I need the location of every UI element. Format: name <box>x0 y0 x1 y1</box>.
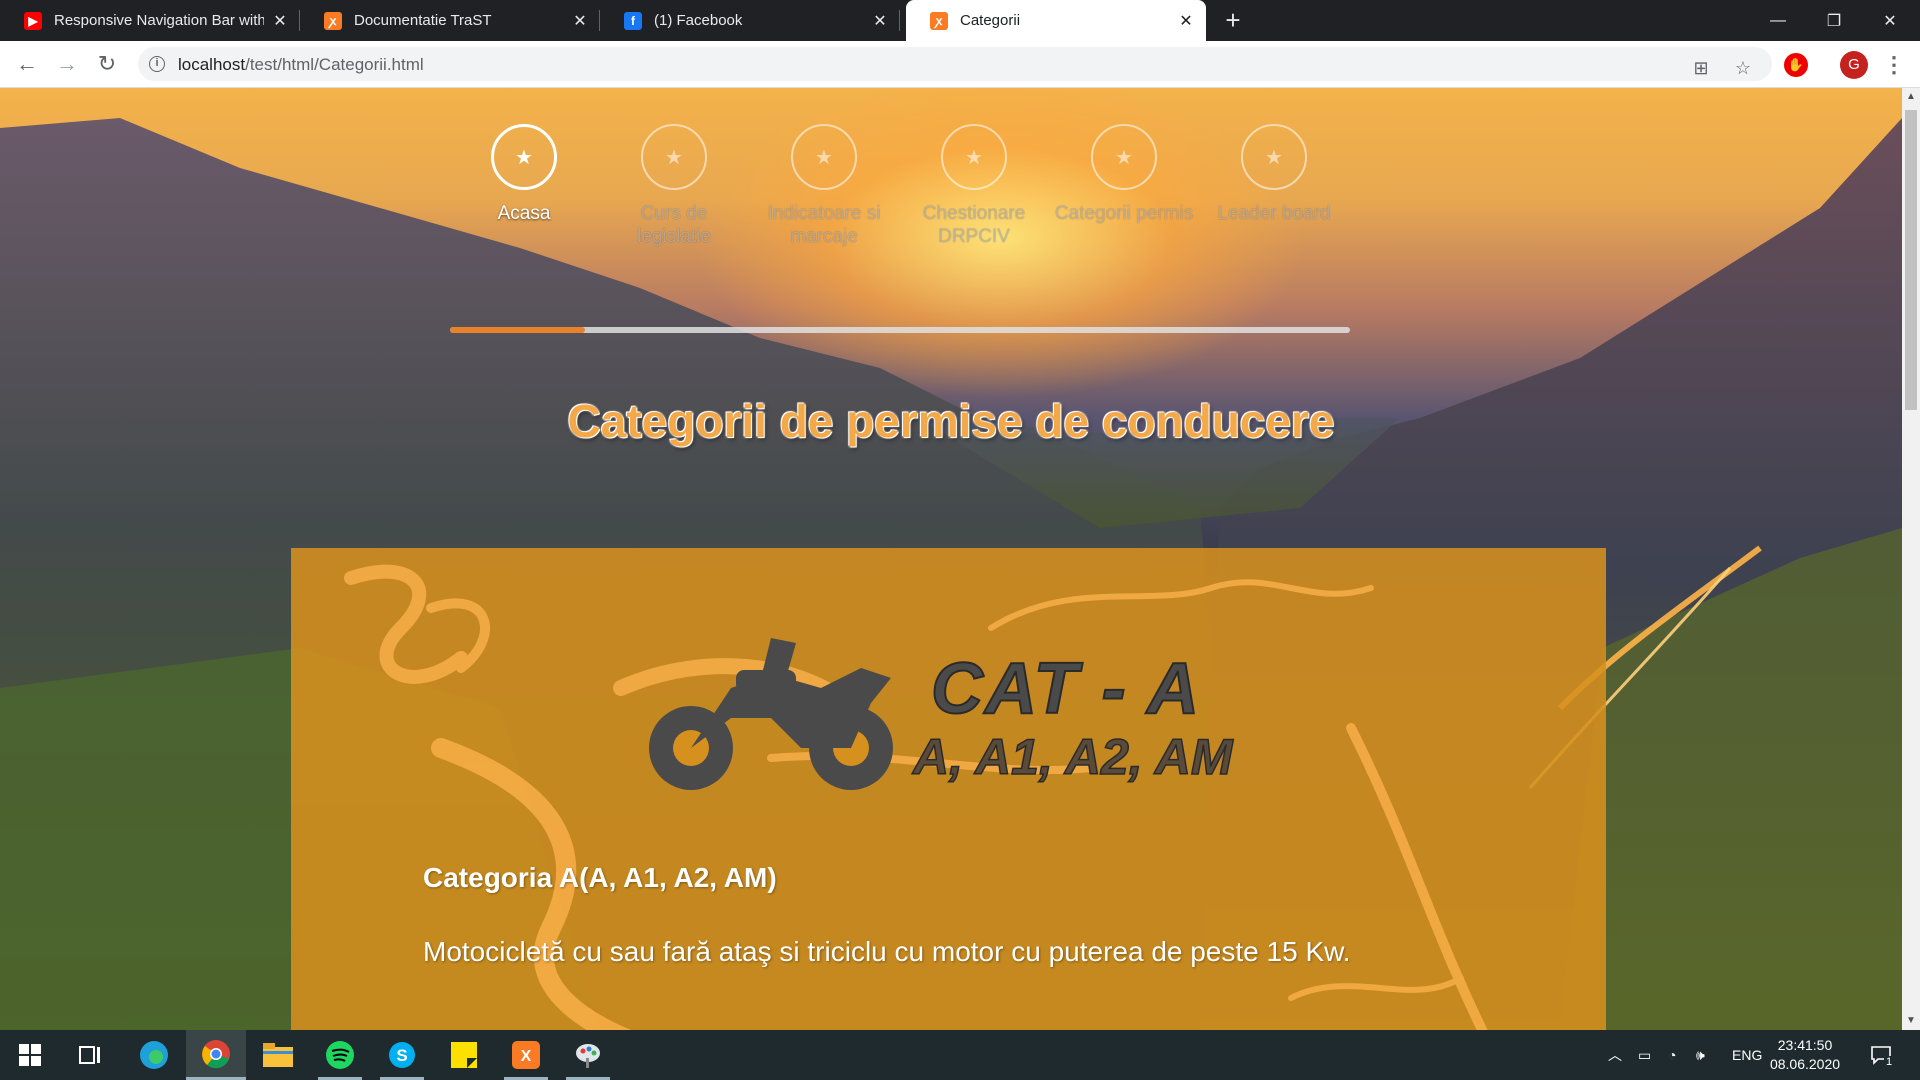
close-icon[interactable]: ✕ <box>1178 13 1194 30</box>
menu-icon[interactable]: ⋮ <box>1882 51 1906 79</box>
browser-toolbar: ← → ↻ i localhost/test/html/Categorii.ht… <box>0 41 1920 88</box>
tab-categorii[interactable]: ꭗ Categorii ✕ <box>906 0 1206 41</box>
paint-icon[interactable] <box>558 1030 618 1080</box>
svg-text:S: S <box>396 1046 407 1065</box>
windows-start-icon[interactable] <box>0 1030 60 1080</box>
nav-label: Categorii permis <box>1054 203 1194 224</box>
category-title: Categoria A(A, A1, A2, AM) <box>423 862 777 893</box>
chrome-icon[interactable] <box>186 1030 246 1080</box>
star-icon: ★ <box>791 124 857 190</box>
adblock-extension-icon[interactable]: ✋ <box>1784 53 1808 77</box>
motorcycle-icon <box>649 638 893 790</box>
star-icon: ★ <box>1241 124 1307 190</box>
xampp-icon: ꭗ <box>930 11 948 30</box>
scrollbar-thumb[interactable] <box>1905 110 1917 410</box>
category-description: Motocicletă cu sau fară ataş si triciclu… <box>423 936 1351 967</box>
bookmark-star-icon[interactable]: ☆ <box>1732 57 1754 79</box>
system-clock[interactable]: 23:41:50 08.06.2020 <box>1760 1036 1850 1074</box>
page-scrollbar[interactable]: ▲ ▼ <box>1902 88 1920 1030</box>
minimize-button[interactable]: — <box>1750 0 1806 41</box>
nav-item-indicatoare[interactable]: ★ Indicatoare si marcaje <box>754 124 894 248</box>
nav-item-acasa[interactable]: ★ Acasa <box>454 124 594 225</box>
star-icon: ★ <box>491 124 557 190</box>
file-explorer-icon[interactable] <box>248 1030 308 1080</box>
url-path: /test/html/Categorii.html <box>245 55 424 74</box>
restore-button[interactable]: ❐ <box>1806 0 1862 41</box>
address-bar[interactable]: i localhost/test/html/Categorii.html ⊞ ☆ <box>138 47 1772 81</box>
star-icon: ★ <box>1091 124 1157 190</box>
category-logo-cat: CAT - A <box>930 648 1201 730</box>
nav-label: Indicatoare si marcaje <box>767 203 881 247</box>
volume-icon[interactable]: 🕪 <box>1696 1030 1705 1080</box>
show-hidden-icons-icon[interactable]: ︿ <box>1608 1030 1622 1080</box>
tab-title: Responsive Navigation Bar with H <box>54 12 264 29</box>
windows-taskbar: S X ︿ ▭ ◔ 🕪 ENG 23:41:50 08.06.2020 1 <box>0 1030 1920 1080</box>
xampp-icon: ꭗ <box>324 11 342 30</box>
nav-item-chestionare[interactable]: ★ Chestionare DRPCIV <box>904 124 1044 248</box>
url-host: localhost <box>178 55 246 74</box>
tab-youtube[interactable]: ▶ Responsive Navigation Bar with H ✕ <box>0 0 300 41</box>
clock-time: 23:41:50 <box>1777 1037 1833 1053</box>
translate-icon[interactable]: ⊞ <box>1690 57 1712 79</box>
url-text[interactable]: localhost/test/html/Categorii.html <box>178 55 424 75</box>
back-button[interactable]: ← <box>12 49 42 79</box>
sticky-notes-icon[interactable] <box>434 1030 494 1080</box>
nav-item-categorii-permis[interactable]: ★ Categorii permis <box>1054 124 1194 225</box>
nav-label: Acasa <box>497 203 551 224</box>
tab-title: (1) Facebook <box>654 12 743 29</box>
browser-tab-strip: ▶ Responsive Navigation Bar with H ✕ ꭗ D… <box>0 0 1920 41</box>
notifications-icon[interactable]: 1 <box>1870 1030 1895 1080</box>
nav-item-curs-de-legislatie[interactable]: ★ Curs de legislatie <box>604 124 744 248</box>
language-indicator[interactable]: ENG <box>1732 1030 1762 1080</box>
page-viewport: ★ Acasa ★ Curs de legislatie ★ Indicatoa… <box>0 88 1902 1030</box>
nav-label: Chestionare DRPCIV <box>922 203 1026 247</box>
spotify-icon[interactable] <box>310 1030 370 1080</box>
profile-avatar[interactable]: G <box>1840 51 1868 79</box>
close-icon[interactable]: ✕ <box>872 13 888 30</box>
star-icon: ★ <box>641 124 707 190</box>
youtube-icon: ▶ <box>24 11 42 30</box>
forward-button[interactable]: → <box>52 49 82 79</box>
xampp-icon[interactable]: X <box>496 1030 556 1080</box>
scroll-up-arrow-icon[interactable]: ▲ <box>1902 88 1920 106</box>
nav-progress-track <box>450 327 1350 333</box>
svg-text:X: X <box>521 1048 532 1065</box>
page-heading: Categorii de permise de conducere <box>567 395 1335 447</box>
category-logo-subcategories: A, A1, A2, AM <box>912 728 1233 786</box>
category-card: CAT - A A, A1, A2, AM Categoria A(A, A1,… <box>291 548 1606 1030</box>
reload-button[interactable]: ↻ <box>92 49 122 79</box>
nav-item-leader-board[interactable]: ★ Leader board <box>1204 124 1344 225</box>
star-icon: ★ <box>941 124 1007 190</box>
battery-icon[interactable]: ▭ <box>1638 1030 1651 1080</box>
skype-icon[interactable]: S <box>372 1030 432 1080</box>
nav-label: Curs de legislatie <box>637 203 711 247</box>
wifi-icon[interactable]: ◔ <box>1668 1030 1676 1080</box>
scroll-down-arrow-icon[interactable]: ▼ <box>1902 1012 1920 1030</box>
task-view-icon[interactable] <box>60 1030 120 1080</box>
notification-count: 1 <box>1884 1056 1895 1068</box>
clock-date: 08.06.2020 <box>1769 1056 1841 1072</box>
tab-title: Categorii <box>960 12 1021 29</box>
tab-title: Documentatie TraST <box>354 12 492 29</box>
facebook-icon: f <box>624 11 642 30</box>
tab-documentatie[interactable]: ꭗ Documentatie TraST ✕ <box>300 0 600 41</box>
new-tab-button[interactable]: + <box>1219 7 1247 35</box>
nav-label: Leader board <box>1217 203 1331 224</box>
nav-progress-fill <box>450 327 585 333</box>
close-icon[interactable]: ✕ <box>272 13 288 30</box>
info-icon[interactable]: i <box>149 56 165 72</box>
close-icon[interactable]: ✕ <box>572 13 588 30</box>
close-window-button[interactable]: ✕ <box>1862 0 1918 41</box>
tab-facebook[interactable]: f (1) Facebook ✕ <box>600 0 900 41</box>
edge-icon[interactable] <box>124 1030 184 1080</box>
